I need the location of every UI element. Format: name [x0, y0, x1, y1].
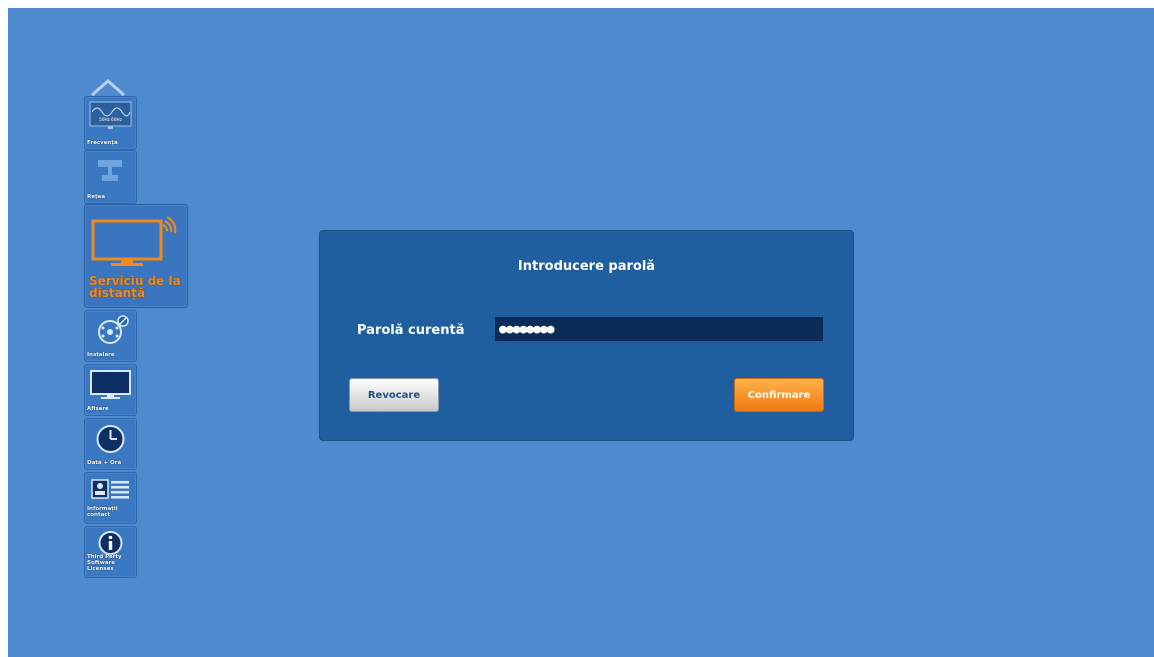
sidebar-item-display[interactable]: Afișare: [84, 364, 137, 416]
sidebar-item-contact[interactable]: Informații contact: [84, 472, 137, 524]
sidebar-item-licenses[interactable]: Third Party Software Licenses: [84, 526, 137, 578]
install-icon: [98, 315, 129, 344]
clock-icon: [96, 425, 125, 453]
contact-card-icon: [91, 479, 129, 499]
sidebar-item-label: Third Party Software Licenses: [87, 554, 122, 572]
confirm-button[interactable]: Confirmare: [734, 378, 824, 412]
network-icon: [98, 160, 122, 181]
scroll-up-icon[interactable]: [88, 76, 128, 98]
cancel-button[interactable]: Revocare: [349, 378, 439, 412]
sidebar-item-label: Informații contact: [87, 506, 118, 518]
sidebar-item-label: Dată + Oră: [87, 460, 122, 466]
sidebar-item-network[interactable]: Rețea: [84, 150, 137, 204]
frequency-icon-text: 50Hz 60Hz: [99, 117, 122, 122]
display-icon: [90, 370, 131, 399]
remote-service-icon: [91, 216, 177, 266]
sidebar-item-label: Serviciu de la distanță: [89, 274, 181, 300]
sidebar-item-install[interactable]: Instalare: [84, 310, 137, 362]
frequency-icon: 50Hz 60Hz: [89, 101, 132, 129]
sidebar-item-label: Instalare: [87, 352, 115, 358]
sidebar-item-remote-service[interactable]: Serviciu de la distanță: [84, 204, 188, 308]
sidebar-item-label: Rețea: [87, 194, 106, 200]
dialog-title: Introducere parolă: [517, 259, 656, 274]
password-label: Parolă curentă: [357, 323, 465, 338]
screen: 50Hz 60Hz Frecvență Rețea Serviciu de la…: [8, 8, 1154, 657]
info-icon: [98, 531, 123, 555]
password-dialog: Introducere parolă Parolă curentă ●●●●●●…: [319, 230, 854, 441]
password-field[interactable]: ●●●●●●●●: [495, 317, 823, 341]
sidebar-item-label: Frecvență: [87, 140, 118, 146]
sidebar-item-date-time[interactable]: Dată + Oră: [84, 418, 137, 470]
sidebar-item-label: Afișare: [87, 406, 109, 412]
sidebar-item-frequency[interactable]: 50Hz 60Hz Frecvență: [84, 96, 137, 150]
